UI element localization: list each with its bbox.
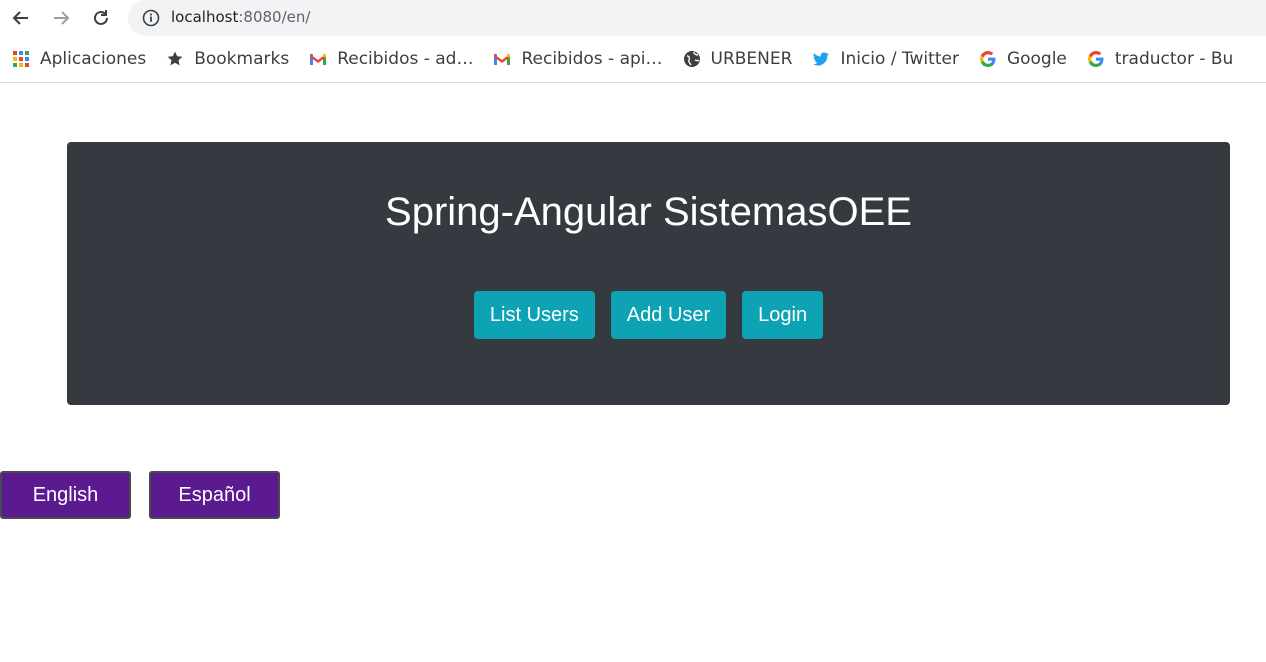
forward-button[interactable]	[47, 4, 75, 32]
info-icon[interactable]	[142, 9, 160, 27]
url-path: :8080/en/	[238, 8, 311, 26]
bookmarks-bar: Aplicaciones Bookmarks Recibidos - ad… R…	[0, 42, 1266, 76]
arrow-left-icon	[12, 11, 28, 25]
add-user-button[interactable]: Add User	[610, 291, 727, 339]
apps-grid-icon	[13, 51, 29, 67]
list-users-button[interactable]: List Users	[473, 291, 595, 339]
nav-actions: List Users Add User Login	[0, 291, 1266, 339]
address-bar[interactable]: localhost:8080/en/	[128, 0, 1266, 36]
gmail-icon	[310, 54, 327, 65]
bookmark-label: Recibidos - ad…	[337, 49, 474, 69]
english-button[interactable]: English	[0, 471, 131, 519]
bookmark-label: URBENER	[710, 49, 793, 69]
star-icon	[167, 51, 183, 66]
spanish-button[interactable]: Español	[149, 471, 280, 519]
jumbotron	[67, 142, 1230, 405]
bookmark-label: traductor - Bu	[1114, 49, 1234, 69]
reload-button[interactable]	[87, 4, 115, 32]
arrow-right-icon	[54, 11, 70, 25]
bookmark-traductor[interactable]: traductor - Bu	[1075, 44, 1241, 74]
bookmark-label: Google	[1006, 49, 1067, 69]
google-icon	[1087, 51, 1104, 67]
bookmark-recibidos-ad[interactable]: Recibidos - ad…	[297, 44, 481, 74]
bookmark-label: Recibidos - api…	[521, 49, 663, 69]
bookmark-bookmarks[interactable]: Bookmarks	[154, 44, 297, 74]
bookmark-label: Inicio / Twitter	[840, 49, 959, 69]
back-button[interactable]	[7, 4, 35, 32]
bookmark-recibidos-api[interactable]: Recibidos - api…	[481, 44, 670, 74]
bookmark-label: Aplicaciones	[40, 49, 147, 69]
gmail-icon	[494, 54, 511, 65]
bookmark-urbener[interactable]: URBENER	[671, 44, 801, 74]
bookmark-aplicaciones[interactable]: Aplicaciones	[0, 44, 154, 74]
reload-icon	[94, 10, 108, 25]
page-title: Spring-Angular SistemasOEE	[385, 190, 912, 234]
globe-icon	[683, 51, 700, 67]
url-host: localhost	[171, 8, 239, 26]
bookmark-twitter[interactable]: Inicio / Twitter	[800, 44, 967, 74]
browser-chrome: localhost:8080/en/ Aplicaciones Bookmark…	[0, 0, 1266, 83]
url-text[interactable]: localhost:8080/en/	[171, 8, 310, 26]
bookmark-google[interactable]: Google	[967, 44, 1075, 74]
bookmark-label: Bookmarks	[194, 49, 290, 69]
twitter-icon	[813, 52, 830, 66]
google-icon	[979, 51, 996, 67]
login-button[interactable]: Login	[742, 291, 824, 339]
